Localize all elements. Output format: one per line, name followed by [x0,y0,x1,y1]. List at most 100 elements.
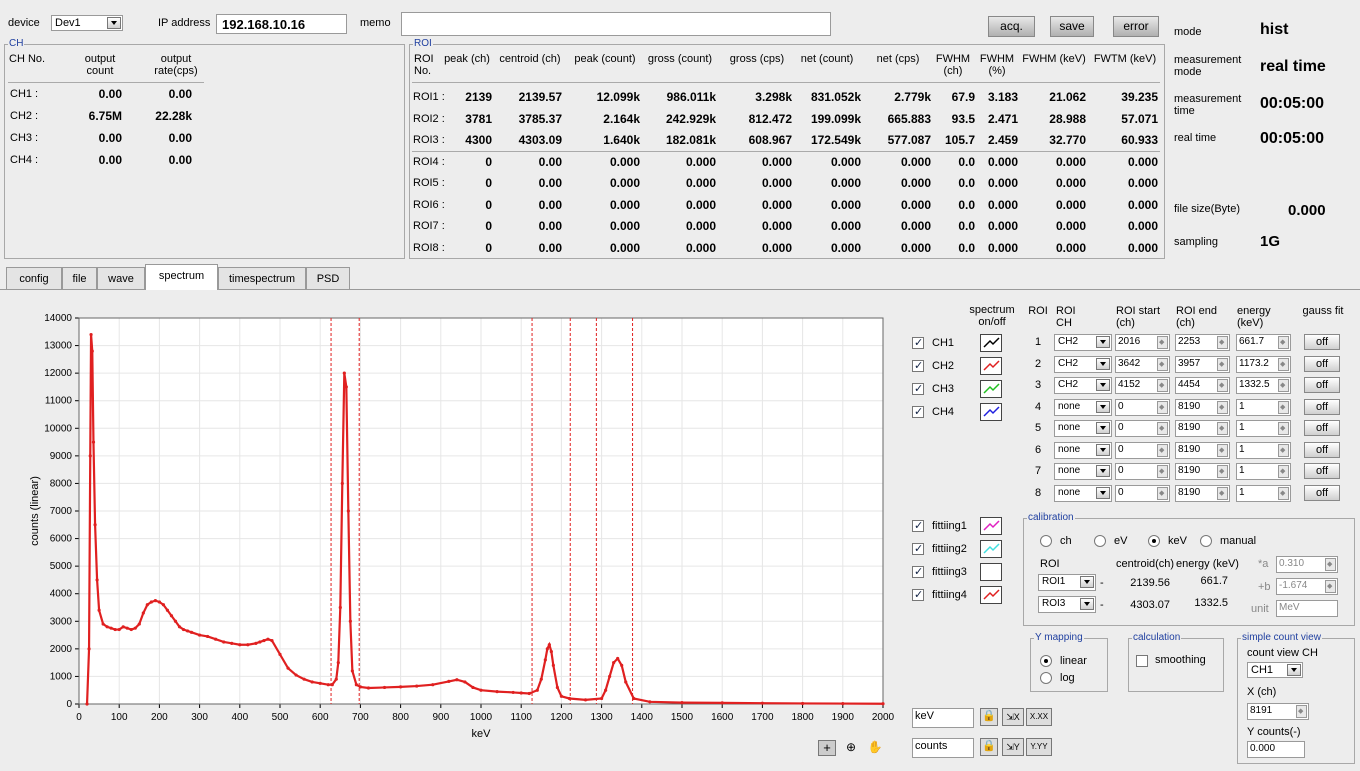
crosshair-icon[interactable]: + [818,740,836,756]
gauss-fit-toggle[interactable]: off [1304,398,1340,415]
spin-icon[interactable] [1278,336,1289,349]
channel-checkbox[interactable] [912,406,924,418]
roi-energy-field[interactable]: 661.7 [1236,334,1291,351]
fitting-checkbox[interactable] [912,566,924,578]
channel-color-swatch[interactable] [980,357,1002,375]
spin-icon[interactable] [1278,465,1289,478]
ymap-log-radio[interactable] [1040,672,1052,684]
error-button[interactable]: error [1113,16,1159,37]
chevron-down-icon[interactable] [1096,357,1110,370]
chevron-down-icon[interactable] [1080,598,1094,610]
device-select[interactable]: Dev1 [51,15,123,31]
calib-manual-radio[interactable] [1200,535,1212,547]
spin-icon[interactable] [1157,379,1168,392]
roi-energy-field[interactable]: 1 [1236,484,1291,502]
spin-icon[interactable] [1217,336,1228,349]
spin-icon[interactable] [1157,400,1168,414]
roi-end-field[interactable]: 8190 [1175,420,1230,437]
roi-end-field[interactable]: 8190 [1175,398,1230,416]
spin-icon[interactable] [1217,443,1228,457]
x-lock-icon[interactable]: 🔒 [980,708,998,726]
tab-timespectrum[interactable]: timespectrum [218,267,306,289]
roi-end-field[interactable]: 8190 [1175,441,1230,459]
roi-start-field[interactable]: 0 [1115,420,1170,437]
calib-roi-select[interactable]: ROI1 [1038,574,1096,591]
spin-icon[interactable] [1217,486,1228,500]
spectrum-chart[interactable]: 0 100 200 300 400 500 600 700 800 900 1000 1100 1200… [0,300,900,750]
tab-wave[interactable]: wave [97,267,145,289]
spin-icon[interactable] [1296,705,1307,718]
calib-roi-select[interactable]: ROI3 [1038,596,1096,613]
channel-checkbox[interactable] [912,383,924,395]
spin-icon[interactable] [1217,400,1228,414]
roi-ch-select[interactable]: none [1054,398,1112,416]
y-lock-icon[interactable]: 🔒 [980,738,998,756]
fitting-color-swatch[interactable] [980,563,1002,581]
roi-ch-select[interactable]: none [1054,420,1112,437]
x-format-button[interactable]: X.XX [1026,708,1052,726]
roi-start-field[interactable]: 3642 [1115,355,1170,373]
tab-file[interactable]: file [62,267,97,289]
spin-icon[interactable] [1157,486,1168,500]
roi-start-field[interactable]: 2016 [1115,334,1170,351]
spin-icon[interactable] [1278,443,1289,457]
channel-checkbox[interactable] [912,360,924,372]
fitting-checkbox[interactable] [912,589,924,601]
spin-icon[interactable] [1325,558,1336,571]
gauss-fit-toggle[interactable]: off [1304,420,1340,436]
spin-icon[interactable] [1278,357,1289,371]
ip-field[interactable]: 192.168.10.16 [216,14,347,34]
roi-start-field[interactable]: 0 [1115,463,1170,480]
roi-end-field[interactable]: 2253 [1175,334,1230,351]
fitting-color-swatch[interactable] [980,517,1002,535]
x-axis-name-field[interactable]: keV [912,708,974,728]
fitting-color-swatch[interactable] [980,540,1002,558]
spin-icon[interactable] [1157,443,1168,457]
spin-icon[interactable] [1217,379,1228,392]
spin-icon[interactable] [1325,580,1336,593]
channel-color-swatch[interactable] [980,380,1002,398]
roi-energy-field[interactable]: 1 [1236,398,1291,416]
memo-input[interactable] [401,12,831,36]
chevron-down-icon[interactable] [1287,664,1301,676]
roi-start-field[interactable]: 0 [1115,441,1170,459]
chevron-down-icon[interactable] [1096,465,1110,477]
spin-icon[interactable] [1217,422,1228,435]
roi-ch-select[interactable]: none [1054,463,1112,480]
chevron-down-icon[interactable] [1096,486,1110,499]
save-button[interactable]: save [1050,16,1094,37]
roi-end-field[interactable]: 4454 [1175,377,1230,394]
tab-PSD[interactable]: PSD [306,267,350,289]
chevron-down-icon[interactable] [107,17,121,29]
channel-color-swatch[interactable] [980,334,1002,352]
gauss-fit-toggle[interactable]: off [1304,334,1340,350]
spin-icon[interactable] [1278,379,1289,392]
fitting-color-swatch[interactable] [980,586,1002,604]
spin-icon[interactable] [1217,357,1228,371]
roi-energy-field[interactable]: 1 [1236,463,1291,480]
y-axis-name-field[interactable]: counts [912,738,974,758]
calib-b-field[interactable]: -1.674 [1276,578,1338,595]
roi-ch-select[interactable]: none [1054,484,1112,502]
chevron-down-icon[interactable] [1096,379,1110,391]
calib-unit-field[interactable]: MeV [1276,600,1338,617]
calib-eV-radio[interactable] [1094,535,1106,547]
roi-start-field[interactable]: 0 [1115,398,1170,416]
roi-end-field[interactable]: 3957 [1175,355,1230,373]
roi-energy-field[interactable]: 1173.2 [1236,355,1291,373]
count-view-ch-select[interactable]: CH1 [1247,662,1303,678]
y-autoscale-icon[interactable]: ⇲Y [1002,738,1024,756]
roi-energy-field[interactable]: 1 [1236,420,1291,437]
spin-icon[interactable] [1157,336,1168,349]
spin-icon[interactable] [1157,357,1168,371]
roi-end-field[interactable]: 8190 [1175,484,1230,502]
chevron-down-icon[interactable] [1096,443,1110,456]
roi-start-field[interactable]: 0 [1115,484,1170,502]
smoothing-checkbox[interactable] [1136,655,1148,667]
x-autoscale-icon[interactable]: ⇲X [1002,708,1024,726]
spin-icon[interactable] [1278,486,1289,500]
calib-a-field[interactable]: 0.310 [1276,556,1338,573]
fitting-checkbox[interactable] [912,520,924,532]
spin-icon[interactable] [1157,465,1168,478]
y-format-button[interactable]: Y.YY [1026,738,1052,756]
